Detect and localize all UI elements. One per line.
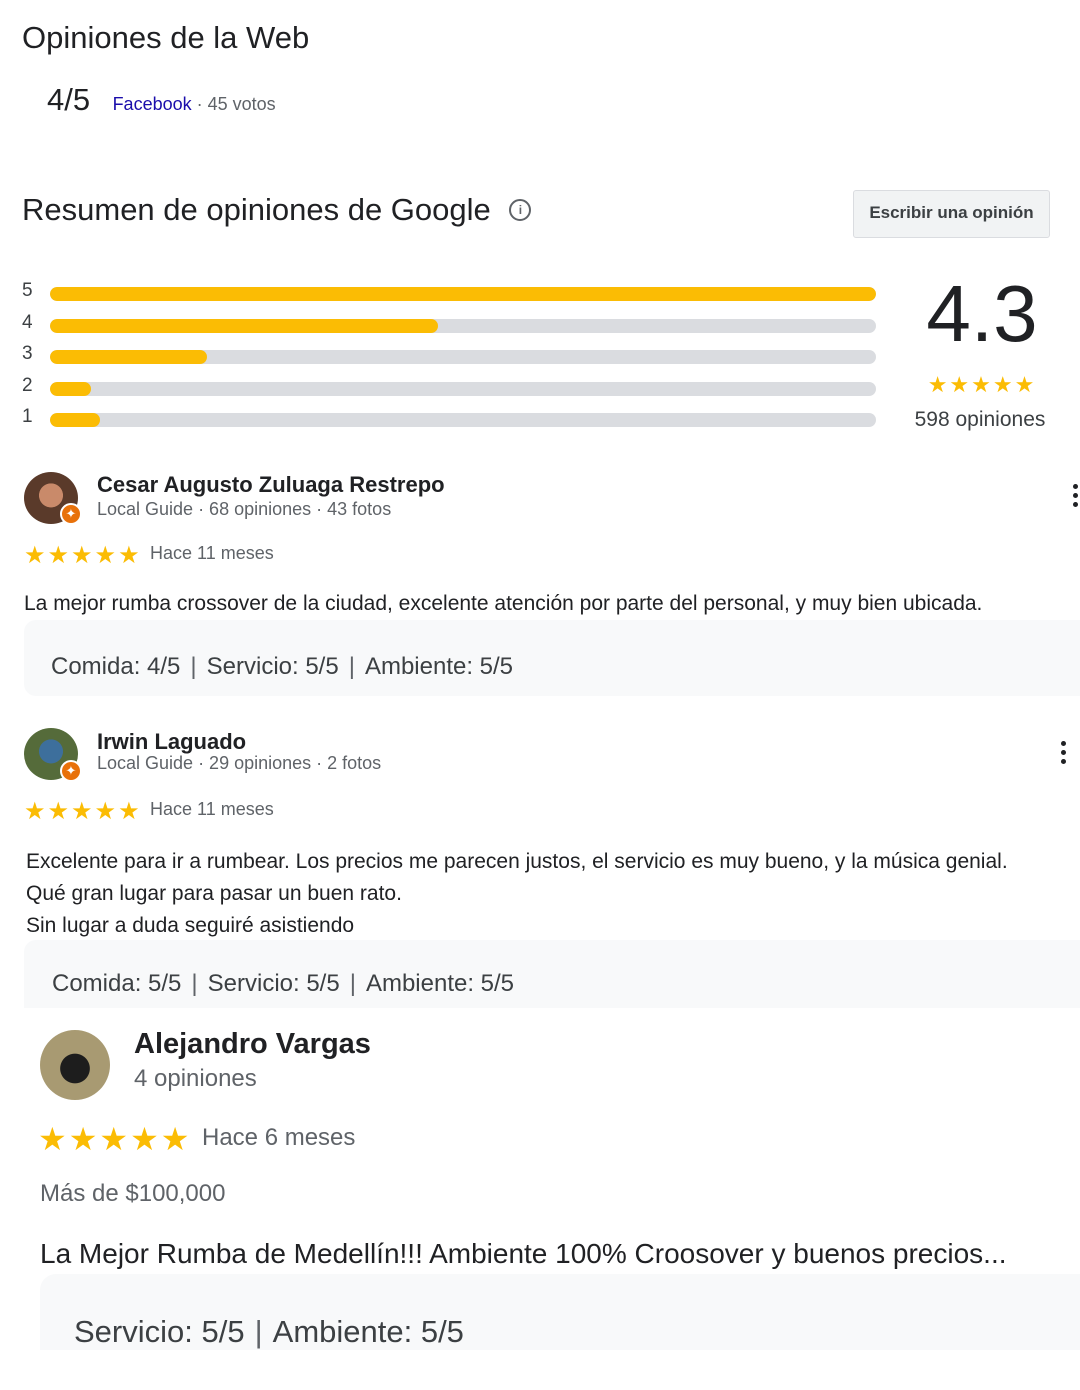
review-subratings: Comida: 5/5 | Servicio: 5/5 | Ambiente: 5/5 — [24, 940, 1080, 1008]
write-review-button[interactable]: Escribir una opinión — [853, 190, 1050, 238]
ambience-rating: Ambiente: 5/5 — [272, 1314, 464, 1349]
rating-bar-1[interactable]: 1 — [22, 406, 882, 430]
review-time: Hace 11 meses — [150, 543, 274, 563]
google-summary-title: Resumen de opiniones de Google i — [22, 192, 532, 228]
rating-bar-label: 2 — [22, 375, 33, 396]
rating-bar-track — [50, 413, 876, 427]
reviewer-avatar[interactable] — [40, 1030, 110, 1100]
rating-bar-label: 1 — [22, 406, 33, 427]
review-text-line: Sin lugar a duda seguiré asistiendo — [26, 914, 355, 937]
rating-bar-3[interactable]: 3 — [22, 343, 882, 367]
info-icon[interactable]: i — [509, 199, 532, 221]
rating-bar-track — [50, 287, 876, 301]
web-reviews-title: Opiniones de la Web — [22, 20, 310, 55]
review-text: Excelente para ir a rumbear. Los precios… — [26, 846, 1008, 942]
reviewer-name[interactable]: Alejandro Vargas — [134, 1028, 371, 1061]
reviewer-name[interactable]: Cesar Augusto Zuluaga Restrepo — [97, 472, 445, 498]
review-stars: ★★★★★ — [24, 798, 142, 825]
review-text-line: Excelente para ir a rumbear. Los precios… — [26, 850, 1008, 873]
rating-bar-label: 3 — [22, 343, 33, 364]
more-vert-icon[interactable] — [1073, 484, 1079, 511]
google-summary-title-text: Resumen de opiniones de Google — [22, 192, 491, 227]
review-count: 598 opiniones — [914, 408, 1046, 431]
rating-bar-track — [50, 350, 876, 364]
more-vert-icon[interactable] — [1061, 741, 1067, 768]
rating-bar-fill — [50, 287, 876, 301]
reviewer-name[interactable]: Irwin Laguado — [97, 729, 246, 755]
rating-bar-5[interactable]: 5 — [22, 280, 882, 304]
rating-bar-fill — [50, 319, 439, 333]
reviewer-meta: Local Guide · 29 opiniones · 2 fotos — [97, 753, 382, 773]
local-guide-badge-icon: ✦ — [60, 760, 82, 782]
review-text-line: Qué gran lugar para pasar un buen rato. — [26, 882, 402, 905]
review-time: Hace 11 meses — [150, 799, 274, 819]
facebook-link[interactable]: Facebook — [113, 94, 192, 114]
local-guide-badge-icon: ✦ — [60, 503, 82, 525]
service-rating: Servicio: 5/5 — [207, 970, 340, 997]
review-time: Hace 6 meses — [202, 1124, 356, 1151]
review-subratings: Comida: 4/5 | Servicio: 5/5 | Ambiente: 5/5 — [24, 620, 1080, 696]
web-rating-row: 4/5 Facebook · 45 votos — [47, 82, 276, 118]
review-stars: ★★★★★ — [24, 542, 142, 569]
reviewer-meta: 4 opiniones — [134, 1065, 257, 1092]
service-rating: Servicio: 5/5 — [206, 653, 339, 680]
rating-bar-track — [50, 319, 876, 333]
web-score: 4/5 — [47, 82, 91, 117]
rating-bar-label: 5 — [22, 280, 33, 301]
food-rating: Comida: 5/5 — [52, 970, 182, 997]
review-text: La Mejor Rumba de Medellín!!! Ambiente 1… — [40, 1238, 1007, 1269]
rating-bar-fill — [50, 382, 92, 396]
review-stars: ★★★★★ — [38, 1121, 192, 1157]
service-rating: Servicio: 5/5 — [74, 1314, 245, 1349]
rating-bar-label: 4 — [22, 312, 33, 333]
rating-bar-2[interactable]: 2 — [22, 375, 882, 399]
reviewer-meta: Local Guide · 68 opiniones · 43 fotos — [97, 499, 392, 519]
rating-bar-track — [50, 382, 876, 396]
web-votes: · 45 votos — [191, 94, 276, 114]
ambience-rating: Ambiente: 5/5 — [364, 653, 514, 680]
ambience-rating: Ambiente: 5/5 — [365, 970, 515, 997]
food-rating: Comida: 4/5 — [51, 653, 181, 680]
review-text: La mejor rumba crossover de la ciudad, e… — [24, 592, 983, 615]
review-subratings: Servicio: 5/5 | Ambiente: 5/5 — [40, 1274, 1080, 1350]
average-stars: ★★★★★ — [927, 372, 1037, 397]
rating-bar-4[interactable]: 4 — [22, 312, 882, 336]
average-score: 4.3 — [926, 269, 1038, 358]
rating-bar-fill — [50, 413, 100, 427]
rating-bar-fill — [50, 350, 207, 364]
price-range: Más de $100,000 — [40, 1180, 226, 1207]
